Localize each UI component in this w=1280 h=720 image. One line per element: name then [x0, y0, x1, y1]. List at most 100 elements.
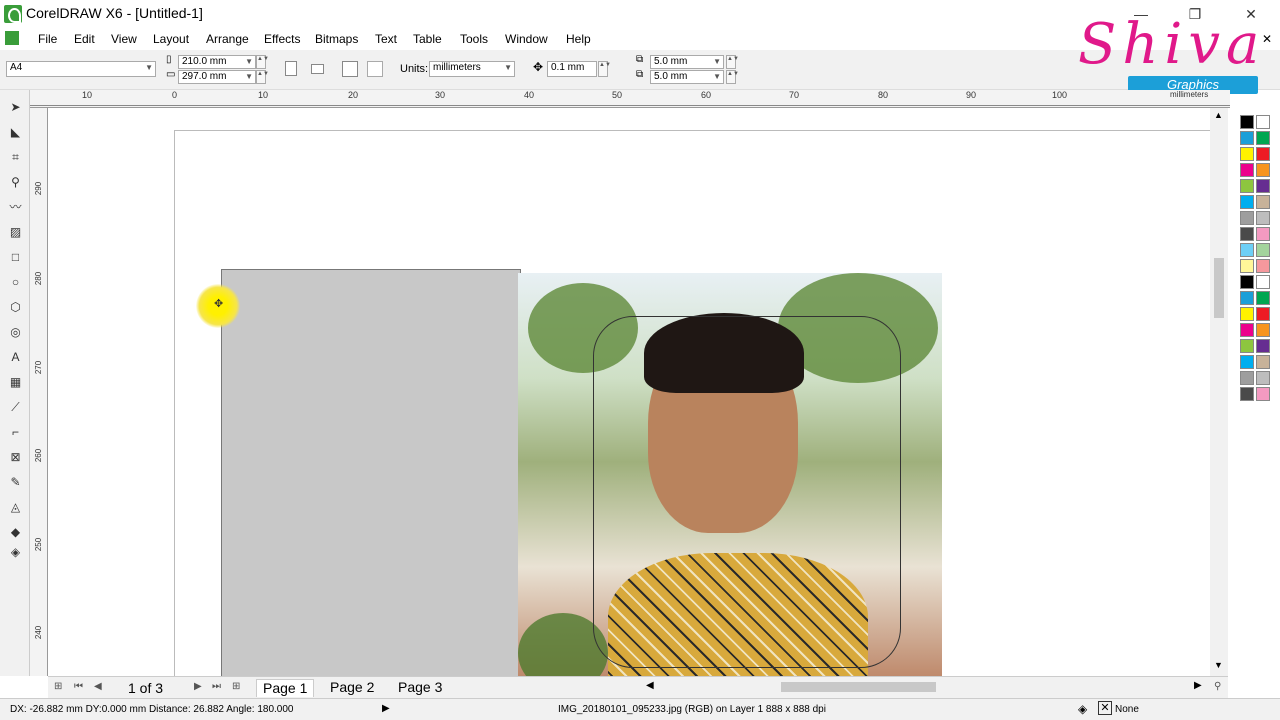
current-page-button[interactable]: [367, 61, 383, 77]
menu-edit[interactable]: Edit: [74, 32, 95, 46]
menu-layout[interactable]: Layout: [153, 32, 189, 46]
zoom-tool-icon[interactable]: ⚲: [8, 175, 23, 190]
next-page-icon[interactable]: ▶: [194, 681, 202, 692]
drawing-canvas[interactable]: ✥: [48, 108, 1210, 676]
tab-page-3[interactable]: Page 3: [392, 679, 448, 697]
width-spinner[interactable]: ▲▼: [256, 55, 269, 69]
all-pages-button[interactable]: [342, 61, 358, 77]
page-height-field[interactable]: 297.0 mm ▼: [178, 70, 256, 84]
color-swatch[interactable]: [1240, 275, 1254, 289]
color-swatch[interactable]: [1256, 371, 1270, 385]
duplicate-x-field[interactable]: 5.0 mm ▼: [650, 55, 724, 69]
color-swatch[interactable]: [1256, 387, 1270, 401]
shape-tool-icon[interactable]: ◣: [8, 125, 23, 140]
color-swatch[interactable]: [1256, 291, 1270, 305]
crop-tool-icon[interactable]: ⌗: [8, 150, 23, 165]
color-swatch[interactable]: [1240, 227, 1254, 241]
color-swatch[interactable]: [1240, 323, 1254, 337]
paper-size-select[interactable]: A4 ▼: [6, 61, 156, 77]
units-select[interactable]: millimeters ▼: [429, 61, 515, 77]
scroll-right-icon[interactable]: ▶: [1194, 680, 1202, 691]
color-swatch[interactable]: [1256, 131, 1270, 145]
color-swatch[interactable]: [1256, 355, 1270, 369]
page-width-field[interactable]: 210.0 mm ▼: [178, 55, 256, 69]
polygon-tool-icon[interactable]: ⬡: [8, 300, 23, 315]
zoom-navigator-icon[interactable]: ⚲: [1214, 681, 1221, 692]
menu-tools[interactable]: Tools: [460, 32, 488, 46]
pick-tool-icon[interactable]: ➤: [8, 100, 23, 115]
color-swatch[interactable]: [1256, 147, 1270, 161]
vertical-ruler[interactable]: 290 280 270 260 250 240: [30, 108, 48, 676]
height-spinner[interactable]: ▲▼: [256, 70, 269, 84]
color-swatch[interactable]: [1256, 275, 1270, 289]
menu-window[interactable]: Window: [505, 32, 548, 46]
menu-help[interactable]: Help: [566, 32, 591, 46]
dimension-tool-icon[interactable]: ⟋: [8, 400, 23, 415]
text-tool-icon[interactable]: A: [8, 350, 23, 365]
previous-page-icon[interactable]: ◀: [94, 681, 102, 692]
menu-table[interactable]: Table: [413, 32, 442, 46]
add-page-after-icon[interactable]: ⊞: [232, 681, 240, 692]
vertical-scroll-thumb[interactable]: [1214, 258, 1224, 318]
eyedropper-tool-icon[interactable]: ✎: [8, 475, 23, 490]
connector-tool-icon[interactable]: ⌐: [8, 425, 23, 440]
tab-page-1[interactable]: Page 1: [256, 679, 315, 697]
color-swatch[interactable]: [1256, 227, 1270, 241]
color-swatch[interactable]: [1256, 339, 1270, 353]
menu-effects[interactable]: Effects: [264, 32, 300, 46]
horizontal-scrollbar[interactable]: ◀ ▶: [646, 679, 1206, 695]
color-swatch[interactable]: [1240, 307, 1254, 321]
horizontal-ruler[interactable]: 10 0 10 20 30 40 50 60 70 80 90 100 mill…: [30, 90, 1230, 108]
table-tool-icon[interactable]: ▦: [8, 375, 23, 390]
scroll-up-icon[interactable]: ▲: [1214, 110, 1223, 120]
scroll-left-icon[interactable]: ◀: [646, 680, 654, 691]
outline-tool-icon[interactable]: ◬: [8, 500, 23, 515]
color-swatch[interactable]: [1240, 163, 1254, 177]
no-fill-icon[interactable]: ✕: [1098, 701, 1112, 715]
smart-fill-tool-icon[interactable]: ▨: [8, 225, 23, 240]
blend-tool-icon[interactable]: ⊠: [8, 450, 23, 465]
duplicate-x-spinner[interactable]: ▲▼: [726, 55, 739, 69]
color-swatch[interactable]: [1240, 195, 1254, 209]
duplicate-y-field[interactable]: 5.0 mm ▼: [650, 70, 724, 84]
color-swatch[interactable]: [1256, 211, 1270, 225]
vertical-scrollbar[interactable]: ▲ ▼: [1210, 108, 1228, 676]
color-swatch[interactable]: [1240, 211, 1254, 225]
color-swatch[interactable]: [1240, 243, 1254, 257]
first-page-icon[interactable]: ⏮: [74, 681, 83, 692]
basic-shapes-tool-icon[interactable]: ◎: [8, 325, 23, 340]
color-swatch[interactable]: [1240, 179, 1254, 193]
color-swatch[interactable]: [1256, 323, 1270, 337]
color-swatch[interactable]: [1256, 115, 1270, 129]
color-swatch[interactable]: [1240, 339, 1254, 353]
color-swatch[interactable]: [1240, 259, 1254, 273]
rounded-rectangle-frame[interactable]: [593, 316, 901, 668]
color-swatch[interactable]: [1256, 243, 1270, 257]
color-swatch[interactable]: [1256, 195, 1270, 209]
interactive-fill-tool-icon[interactable]: ◈: [8, 545, 23, 560]
freehand-tool-icon[interactable]: 〰: [8, 200, 23, 215]
horizontal-scroll-thumb[interactable]: [781, 682, 936, 692]
add-page-icon[interactable]: ⊞: [54, 681, 62, 692]
nudge-distance-field[interactable]: 0.1 mm: [547, 61, 597, 77]
gray-rectangle-object[interactable]: [221, 269, 521, 676]
color-swatch[interactable]: [1240, 387, 1254, 401]
color-swatch[interactable]: [1240, 115, 1254, 129]
color-swatch[interactable]: [1240, 355, 1254, 369]
color-swatch[interactable]: [1256, 259, 1270, 273]
last-page-icon[interactable]: ⏭: [212, 681, 221, 692]
color-swatch[interactable]: [1240, 131, 1254, 145]
menu-arrange[interactable]: Arrange: [206, 32, 249, 46]
scroll-down-icon[interactable]: ▼: [1214, 660, 1223, 670]
menu-bitmaps[interactable]: Bitmaps: [315, 32, 358, 46]
duplicate-y-spinner[interactable]: ▲▼: [726, 70, 739, 84]
landscape-button[interactable]: [311, 64, 324, 74]
nudge-spinner[interactable]: ▲▼: [598, 61, 611, 77]
menu-view[interactable]: View: [111, 32, 137, 46]
color-swatch[interactable]: [1240, 371, 1254, 385]
portrait-button[interactable]: [285, 61, 297, 76]
color-swatch[interactable]: [1256, 307, 1270, 321]
fill-tool-icon[interactable]: ◆: [8, 525, 23, 540]
tab-page-2[interactable]: Page 2: [324, 679, 380, 697]
ellipse-tool-icon[interactable]: ○: [8, 275, 23, 290]
